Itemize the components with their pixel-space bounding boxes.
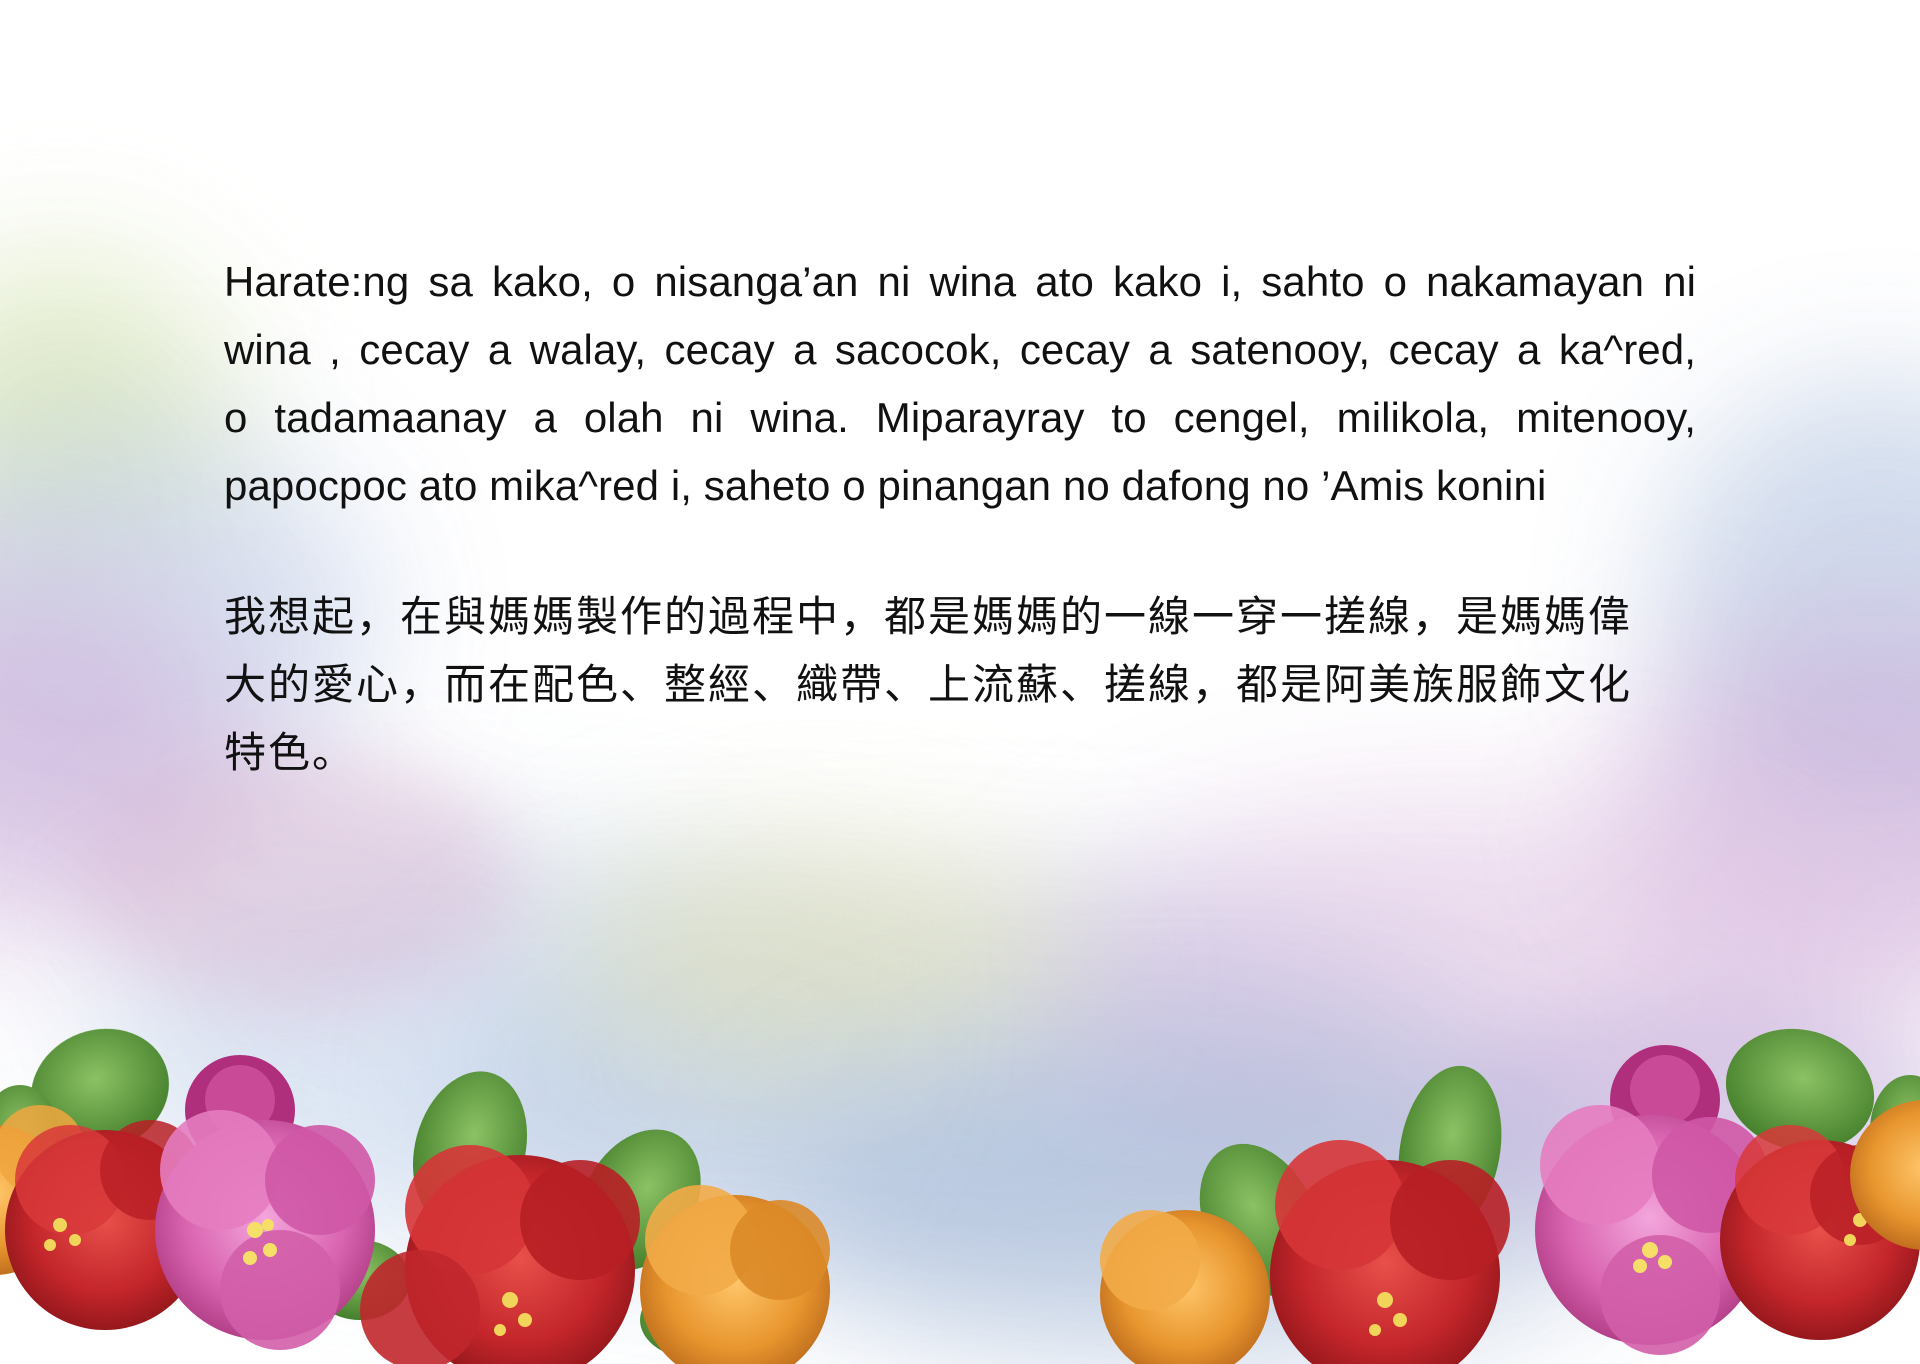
amis-line-3: o tadamaanay a olah ni wina. Miparayray … (224, 394, 1696, 441)
mandarin-paragraph: 我想起，在與媽媽製作的過程中，都是媽媽的一線一穿一搓線，是媽媽偉大的愛心，而在配… (224, 592, 1633, 777)
storybook-page: Harate:ng sa kako, o nisanga’an ni wina … (0, 0, 1920, 1364)
amis-line-4: papocpoc ato mika^red i, saheto o pinang… (224, 462, 1547, 509)
amis-line-1: Harate:ng sa kako, o nisanga’an ni wina … (224, 258, 1696, 305)
amis-line-2: wina , cecay a walay, cecay a sacocok, c… (224, 326, 1696, 373)
red-flower-icon (1270, 1140, 1510, 1364)
orange-flower-icon (640, 1185, 830, 1364)
amis-paragraph: Harate:ng sa kako, o nisanga’an ni wina … (224, 248, 1696, 520)
